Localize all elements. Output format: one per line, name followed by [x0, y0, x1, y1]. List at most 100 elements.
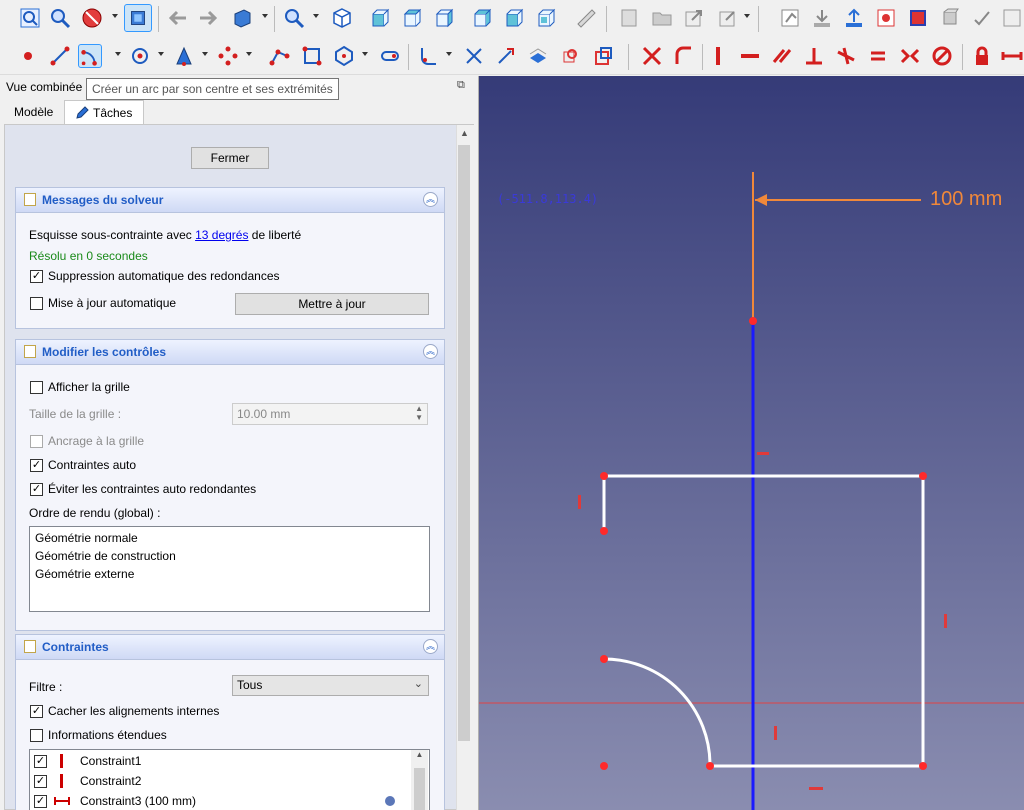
auto-update-checkbox[interactable]	[30, 297, 43, 310]
back-arrow-icon[interactable]	[166, 6, 190, 30]
std-views-icon[interactable]	[230, 6, 254, 30]
horizontal-distance-icon[interactable]	[1000, 44, 1024, 68]
filter-select[interactable]: Tous ⌄	[232, 675, 429, 696]
right-view-icon[interactable]	[432, 6, 456, 30]
collapse-icon[interactable]: ︽	[423, 192, 438, 207]
conic-dropdown[interactable]	[202, 52, 208, 56]
constraint-checkbox[interactable]: ✓	[34, 795, 47, 808]
reorient-icon[interactable]	[938, 6, 962, 30]
sketch-view-icon[interactable]	[124, 4, 152, 32]
equal-constraint-icon[interactable]	[866, 44, 890, 68]
document-icon[interactable]	[618, 6, 642, 30]
fillet-icon[interactable]	[416, 44, 440, 68]
polygon-icon[interactable]	[332, 44, 356, 68]
map-sketch-icon[interactable]	[906, 6, 930, 30]
polyline-icon[interactable]	[268, 44, 292, 68]
update-button[interactable]: Mettre à jour	[235, 293, 429, 315]
point-icon[interactable]	[16, 44, 40, 68]
scroll-thumb[interactable]	[458, 145, 470, 741]
list-item[interactable]: Géométrie externe	[35, 567, 134, 581]
tab-model[interactable]: Modèle	[4, 100, 62, 124]
avoid-redundant-checkbox[interactable]: ✓	[30, 483, 43, 496]
list-item[interactable]: Géométrie de construction	[35, 549, 176, 563]
fillet-dropdown[interactable]	[446, 52, 452, 56]
constraint-row[interactable]: ✓ Constraint3 (100 mm)	[30, 792, 410, 810]
sketch-arc[interactable]	[603, 657, 712, 767]
sketch-point[interactable]	[600, 527, 608, 535]
auto-remove-checkbox[interactable]: ✓	[30, 270, 43, 283]
download-icon[interactable]	[810, 6, 834, 30]
trim-icon[interactable]	[462, 44, 486, 68]
edit-controls-header[interactable]: Modifier les contrôles ︽	[16, 340, 444, 365]
sketch-point[interactable]	[919, 472, 927, 480]
extend-icon[interactable]	[494, 44, 518, 68]
vertical-constraint-icon[interactable]	[774, 726, 777, 740]
sketch-3d-view[interactable]: (-511.8,113.4) 100 mm	[479, 76, 1024, 810]
external-geometry-icon[interactable]	[526, 44, 550, 68]
render-order-list[interactable]: Géométrie normale Géométrie de construct…	[29, 526, 430, 612]
bottom-view-icon[interactable]	[502, 6, 526, 30]
tab-tasks[interactable]: Tâches	[64, 100, 144, 124]
horizontal-constraint-icon[interactable]	[757, 452, 769, 455]
bspline-dropdown[interactable]	[246, 52, 252, 56]
list-item[interactable]: Géométrie normale	[35, 531, 138, 545]
vertical-constraint-icon[interactable]	[706, 44, 730, 68]
zoom-box-icon[interactable]	[282, 6, 306, 30]
scroll-up-icon[interactable]: ▲	[456, 125, 473, 142]
construction-mode-icon[interactable]	[592, 44, 616, 68]
sketch-profile[interactable]	[602, 474, 925, 768]
arc-icon[interactable]	[78, 44, 102, 68]
bspline-icon[interactable]	[216, 44, 240, 68]
front-view-icon[interactable]	[368, 6, 392, 30]
auto-constraints-checkbox[interactable]: ✓	[30, 459, 43, 472]
export-icon[interactable]	[716, 6, 740, 30]
isometric-view-icon[interactable]	[330, 6, 354, 30]
spin-arrows-icon[interactable]: ▲ ▼	[415, 404, 423, 422]
symmetric-constraint-icon[interactable]	[898, 44, 922, 68]
tangent-constraint-icon[interactable]	[834, 44, 858, 68]
arc-dropdown[interactable]	[115, 52, 121, 56]
polygon-dropdown[interactable]	[362, 52, 368, 56]
sketch-point[interactable]	[600, 472, 608, 480]
lock-constraint-icon[interactable]	[970, 44, 994, 68]
sketch-point[interactable]	[600, 762, 608, 770]
point-on-object-icon[interactable]	[672, 44, 696, 68]
constraint-row[interactable]: ✓ Constraint2	[30, 772, 410, 792]
measure-icon[interactable]	[574, 6, 598, 30]
circle-icon[interactable]	[128, 44, 152, 68]
horizontal-constraint-icon[interactable]	[809, 787, 823, 790]
export-dropdown[interactable]	[744, 14, 750, 18]
share-icon[interactable]	[682, 6, 706, 30]
draw-style-dropdown[interactable]	[112, 14, 118, 18]
view-section-icon[interactable]	[874, 6, 898, 30]
sketch-icon[interactable]	[778, 6, 802, 30]
show-grid-checkbox[interactable]	[30, 381, 43, 394]
rear-view-icon[interactable]	[470, 6, 494, 30]
forward-arrow-icon[interactable]	[196, 6, 220, 30]
draw-style-icon[interactable]	[80, 6, 104, 30]
validate-icon[interactable]	[970, 6, 994, 30]
vertical-constraint-icon[interactable]	[944, 614, 947, 628]
constraint-row[interactable]: ✓ Constraint1	[30, 752, 410, 772]
rectangle-icon[interactable]	[300, 44, 324, 68]
vertical-constraint-icon[interactable]	[578, 495, 581, 509]
left-view-icon[interactable]	[534, 6, 558, 30]
dof-link[interactable]: 13 degrés	[195, 228, 248, 242]
grid-size-field[interactable]: 10.00 mm ▲ ▼	[232, 403, 428, 425]
circle-dropdown[interactable]	[158, 52, 164, 56]
horizontal-constraint-icon[interactable]	[738, 44, 762, 68]
extended-info-checkbox[interactable]	[30, 729, 43, 742]
hide-internal-checkbox[interactable]: ✓	[30, 705, 43, 718]
collapse-icon[interactable]: ︽	[423, 639, 438, 654]
float-panel-icon[interactable]: ⧉	[457, 79, 465, 92]
zoom-icon[interactable]	[48, 6, 72, 30]
list-scrollbar[interactable]: ▲	[411, 750, 428, 810]
close-button[interactable]: Fermer	[191, 147, 269, 169]
line-icon[interactable]	[48, 44, 72, 68]
zoom-dropdown[interactable]	[313, 14, 319, 18]
solver-messages-header[interactable]: Messages du solveur ︽	[16, 188, 444, 213]
block-constraint-icon[interactable]	[930, 44, 954, 68]
parallel-constraint-icon[interactable]	[770, 44, 794, 68]
sketch-point[interactable]	[749, 317, 757, 325]
slot-icon[interactable]	[378, 44, 402, 68]
